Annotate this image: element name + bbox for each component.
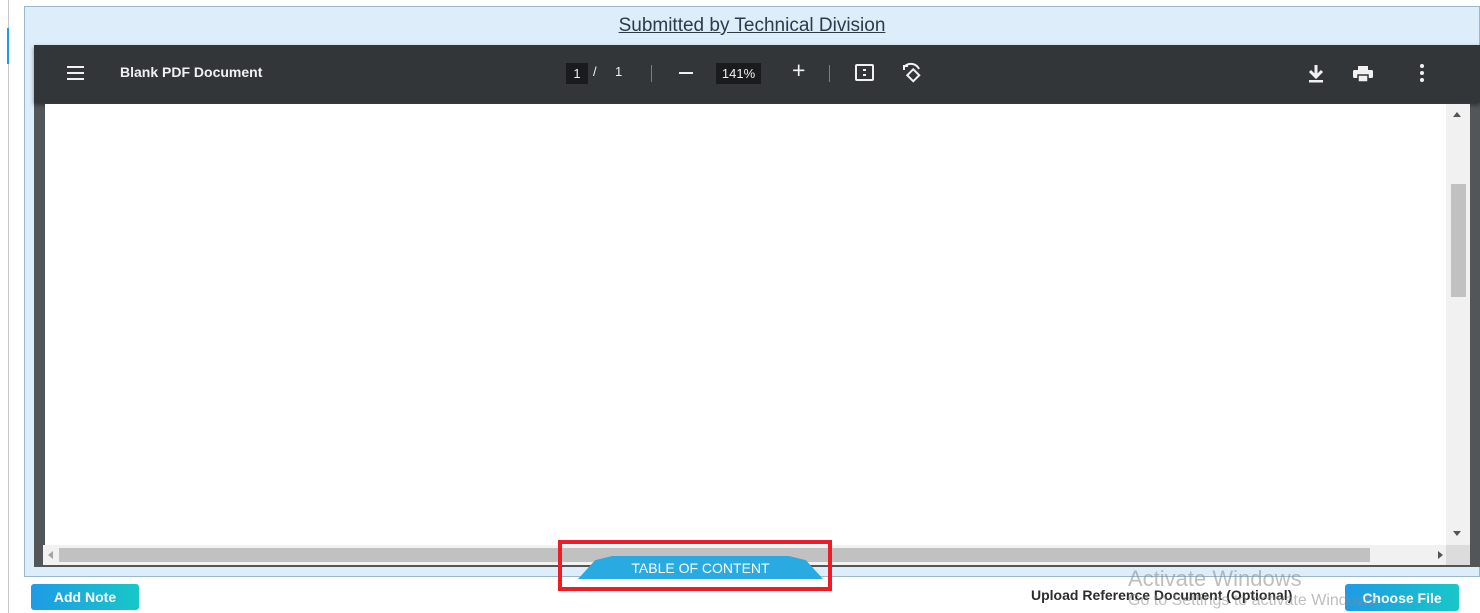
more-vertical-icon[interactable] xyxy=(1419,64,1425,82)
fit-to-page-icon[interactable] xyxy=(855,64,874,81)
choose-file-button[interactable]: Choose File xyxy=(1345,584,1459,611)
page-total: 1 xyxy=(615,64,623,79)
pdf-viewer: Blank PDF Document 1 / 1 141% + xyxy=(34,45,1480,567)
scroll-left-arrow-icon[interactable] xyxy=(48,551,53,559)
scrollbar-corner xyxy=(1446,545,1470,565)
minus-icon xyxy=(679,72,693,74)
left-panel-edge xyxy=(0,0,9,613)
left-accent-bar xyxy=(7,28,9,64)
document-title: Blank PDF Document xyxy=(120,64,263,80)
page-number-input[interactable]: 1 xyxy=(566,63,588,84)
scroll-right-arrow-icon[interactable] xyxy=(1438,551,1443,559)
scroll-up-arrow-icon[interactable] xyxy=(1453,112,1461,117)
pdf-page xyxy=(45,104,1446,545)
menu-icon[interactable] xyxy=(64,62,86,84)
document-frame: Submitted by Technical Division Blank PD… xyxy=(24,6,1480,577)
zoom-out-button[interactable] xyxy=(675,62,697,84)
toolbar-divider xyxy=(829,65,830,82)
vertical-scroll-thumb[interactable] xyxy=(1451,184,1466,297)
rotate-icon[interactable] xyxy=(900,62,924,86)
plus-icon: + xyxy=(792,57,806,83)
scroll-down-arrow-icon[interactable] xyxy=(1453,531,1461,536)
toolbar-divider xyxy=(651,65,652,82)
upload-reference-label: Upload Reference Document (Optional) xyxy=(1031,587,1293,603)
pdf-toolbar: Blank PDF Document 1 / 1 141% + xyxy=(34,45,1480,103)
page-title[interactable]: Submitted by Technical Division xyxy=(25,15,1479,37)
page-separator: / xyxy=(593,64,597,79)
zoom-level-input[interactable]: 141% xyxy=(716,63,761,84)
highlight-box xyxy=(558,540,832,591)
zoom-in-button[interactable]: + xyxy=(792,57,805,84)
vertical-scrollbar[interactable] xyxy=(1446,104,1470,545)
print-icon[interactable] xyxy=(1353,66,1373,82)
download-icon[interactable] xyxy=(1307,64,1325,83)
add-note-button[interactable]: Add Note xyxy=(31,584,139,610)
